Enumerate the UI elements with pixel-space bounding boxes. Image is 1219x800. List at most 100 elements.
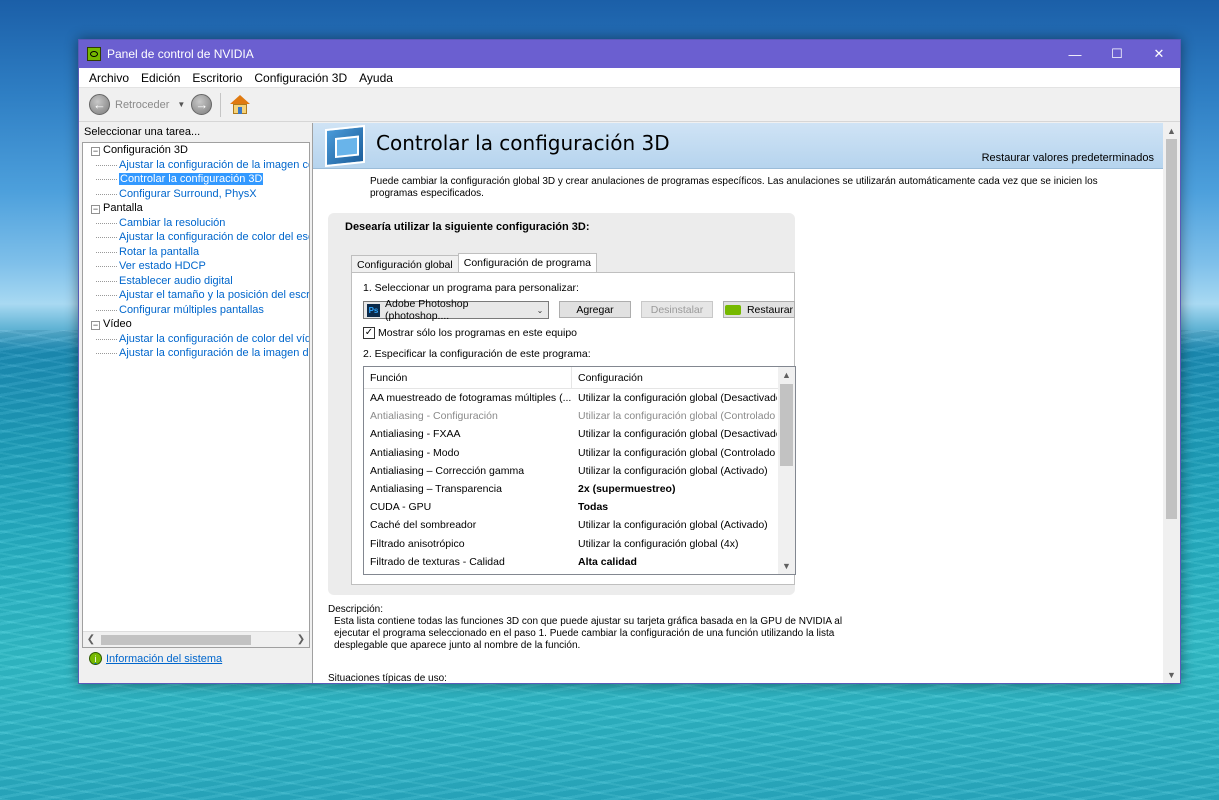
list-item[interactable]: Antialiasing – Transparencia 2x (supermue…: [364, 480, 795, 498]
menu-configuracion-3d[interactable]: Configuración 3D: [248, 71, 353, 85]
step2-label: 2. Especificar la configuración de este …: [363, 348, 591, 360]
menu-archivo[interactable]: Archivo: [83, 71, 135, 85]
collapse-icon[interactable]: −: [91, 321, 100, 330]
checkbox-check-icon[interactable]: ✓: [363, 327, 375, 339]
settings-panel: Desearía utilizar la siguiente configura…: [328, 213, 796, 595]
title-bar[interactable]: Panel de control de NVIDIA — ☐ ✕: [79, 40, 1180, 68]
close-button[interactable]: ✕: [1138, 40, 1180, 68]
column-header-function[interactable]: Función: [364, 367, 572, 388]
tree-item-image-preview[interactable]: Ajustar la configuración de la imagen co…: [83, 158, 309, 173]
scroll-up-icon[interactable]: ▲: [778, 367, 795, 383]
maximize-button[interactable]: ☐: [1096, 40, 1138, 68]
setting-value[interactable]: Utilizar la configuración global (Activa…: [572, 516, 777, 534]
task-pane-header: Seleccionar una tarea...: [84, 126, 201, 138]
program-select[interactable]: Ps Adobe Photoshop (photoshop.... ⌄: [363, 298, 549, 322]
list-item[interactable]: Antialiasing - FXAA Utilizar la configura…: [364, 425, 795, 443]
3d-settings-icon: [325, 124, 365, 168]
settings-question: Desearía utilizar la siguiente configura…: [345, 221, 590, 233]
function-name: Antialiasing - FXAA: [370, 428, 461, 441]
page-banner: Controlar la configuración 3D Restaurar …: [313, 123, 1180, 169]
function-name: Caché del sombreador: [370, 519, 477, 532]
window-title: Panel de control de NVIDIA: [107, 47, 254, 61]
scroll-thumb[interactable]: [1166, 139, 1177, 519]
tree-item-digital-audio[interactable]: Establecer audio digital: [83, 274, 309, 289]
list-item[interactable]: Filtrado anisotrópico Utilizar la configu…: [364, 535, 795, 553]
restore-defaults-link[interactable]: Restaurar valores predeterminados: [982, 152, 1154, 164]
tree-item-multiple-displays[interactable]: Configurar múltiples pantallas: [83, 303, 309, 318]
add-button[interactable]: Agregar: [559, 301, 631, 318]
list-rows: AA muestreado de fotogramas múltiples (.…: [364, 389, 795, 571]
setting-value[interactable]: Todas: [572, 498, 777, 516]
page-title: Controlar la configuración 3D: [376, 131, 670, 155]
photoshop-icon: Ps: [367, 303, 380, 317]
list-item[interactable]: Antialiasing - Configuración Utilizar la …: [364, 407, 795, 425]
uninstall-button[interactable]: Desinstalar: [641, 301, 713, 318]
restore-button[interactable]: Restaurar: [723, 301, 795, 318]
tree-item-desktop-size[interactable]: Ajustar el tamaño y la posición del escr…: [83, 288, 309, 303]
column-header-setting[interactable]: Configuración: [572, 367, 777, 388]
minimize-button[interactable]: —: [1054, 40, 1096, 68]
setting-value[interactable]: 2x (supermuestreo): [572, 480, 777, 498]
function-name: Filtrado anisotrópico: [370, 537, 465, 550]
collapse-icon[interactable]: −: [91, 205, 100, 214]
feature-settings-list: Función Configuración AA muestreado de f…: [363, 366, 796, 575]
program-select-value: Adobe Photoshop (photoshop....: [385, 298, 469, 322]
back-arrow-icon[interactable]: ←: [89, 94, 110, 115]
collapse-icon[interactable]: −: [91, 147, 100, 156]
scroll-down-icon[interactable]: ▼: [778, 558, 795, 574]
list-item[interactable]: CUDA - GPU Todas: [364, 498, 795, 516]
menu-bar: Archivo Edición Escritorio Configuración…: [79, 68, 1180, 88]
tree-item-desktop-color[interactable]: Ajustar la configuración de color del es…: [83, 230, 309, 245]
menu-escritorio[interactable]: Escritorio: [186, 71, 248, 85]
tree-category-3d[interactable]: − Configuración 3D: [83, 143, 309, 158]
setting-value[interactable]: Utilizar la configuración global (Desact…: [572, 389, 777, 407]
tree-item-rotate[interactable]: Rotar la pantalla: [83, 245, 309, 260]
setting-value[interactable]: Utilizar la configuración global (Contro…: [572, 407, 777, 425]
setting-value[interactable]: Utilizar la configuración global (Desact…: [572, 425, 777, 443]
task-pane: Seleccionar una tarea... − Configuración …: [79, 123, 312, 683]
tree-item-video-image[interactable]: Ajustar la configuración de la imagen de…: [83, 346, 309, 361]
scroll-down-icon[interactable]: ▼: [1163, 667, 1180, 683]
scroll-thumb[interactable]: [780, 384, 793, 466]
description-text: Esta lista contiene todas las funciones …: [334, 616, 843, 651]
content-pane: Controlar la configuración 3D Restaurar …: [313, 123, 1180, 683]
menu-ayuda[interactable]: Ayuda: [353, 71, 399, 85]
setting-value[interactable]: Utilizar la configuración global (4x): [572, 535, 777, 553]
tree-horizontal-scrollbar[interactable]: ❮ ❯: [83, 631, 309, 647]
tree-item-manage-3d[interactable]: Controlar la configuración 3D: [83, 172, 309, 187]
tree-item-hdcp[interactable]: Ver estado HDCP: [83, 259, 309, 274]
description-label: Descripción:: [328, 604, 384, 615]
tree-item-resolution[interactable]: Cambiar la resolución: [83, 216, 309, 231]
list-header: Función Configuración: [364, 367, 795, 389]
setting-value[interactable]: Utilizar la configuración global (Activa…: [572, 462, 777, 480]
list-item[interactable]: Antialiasing - Modo Utilizar la configura…: [364, 444, 795, 462]
task-tree: − Configuración 3D Ajustar la configuraci…: [82, 142, 310, 648]
menu-edicion[interactable]: Edición: [135, 71, 186, 85]
list-item[interactable]: AA muestreado de fotogramas múltiples (.…: [364, 389, 795, 407]
system-info-link[interactable]: i Información del sistema: [89, 652, 222, 665]
scroll-left-icon[interactable]: ❮: [83, 634, 99, 645]
home-icon[interactable]: [229, 94, 251, 115]
show-installed-checkbox[interactable]: ✓ Mostrar sólo los programas en este equ…: [363, 327, 577, 339]
tab-program-settings[interactable]: Configuración de programa: [457, 253, 597, 274]
tree-category-display[interactable]: − Pantalla: [83, 201, 309, 216]
setting-value[interactable]: Alta calidad: [572, 553, 777, 571]
back-label[interactable]: Retroceder: [115, 99, 169, 111]
tree-category-video[interactable]: − Vídeo: [83, 317, 309, 332]
setting-value[interactable]: Utilizar la configuración global (Contro…: [572, 444, 777, 462]
tree-item-video-color[interactable]: Ajustar la configuración de color del ví…: [83, 332, 309, 347]
tree-item-surround-physx[interactable]: Configurar Surround, PhysX: [83, 187, 309, 202]
content-vertical-scrollbar[interactable]: ▲ ▼: [1163, 123, 1180, 683]
function-name: Antialiasing – Transparencia: [370, 482, 502, 495]
nvidia-logo-icon: [724, 304, 741, 315]
list-item[interactable]: Caché del sombreador Utilizar la configur…: [364, 516, 795, 534]
scroll-thumb[interactable]: [101, 634, 251, 645]
scroll-up-icon[interactable]: ▲: [1163, 123, 1180, 139]
list-item[interactable]: Antialiasing – Corrección gamma Utilizar …: [364, 462, 795, 480]
history-dropdown-icon[interactable]: ▼: [177, 100, 185, 109]
forward-arrow-icon[interactable]: →: [191, 94, 213, 115]
list-item[interactable]: Filtrado de texturas - Calidad Alta calid…: [364, 553, 795, 571]
scroll-right-icon[interactable]: ❯: [293, 634, 309, 645]
chevron-down-icon: ⌄: [536, 305, 544, 315]
list-vertical-scrollbar[interactable]: ▲ ▼: [778, 367, 795, 574]
